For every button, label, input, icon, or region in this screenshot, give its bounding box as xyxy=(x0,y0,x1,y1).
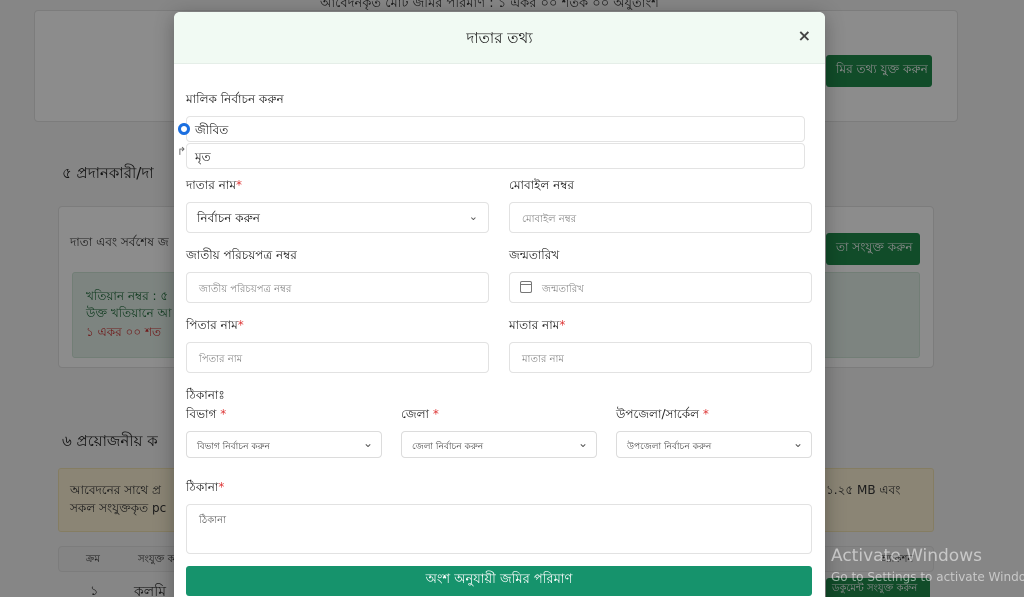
upazila-label: উপজেলা/সার্কেল * xyxy=(616,407,709,421)
mobile-placeholder: মোবাইল নম্বর xyxy=(522,214,577,225)
district-label: জেলা * xyxy=(401,407,439,421)
modal-header: দাতার তথ্য × xyxy=(174,12,825,64)
nid-placeholder: জাতীয় পরিচয়পত্র নম্বর xyxy=(199,284,292,295)
windows-activation-subtitle: Go to Settings to activate Windows. xyxy=(831,570,1024,584)
windows-activation-title: Activate Windows xyxy=(831,546,982,566)
address-placeholder: ঠিকানা xyxy=(199,515,226,526)
land-share-button[interactable]: অংশ অনুযায়ী জমির পরিমাণ xyxy=(186,566,812,596)
owner-option-deceased[interactable]: মৃত xyxy=(186,143,805,169)
chevron-down-icon: ⌄ xyxy=(362,436,373,450)
dob-label: জন্মতারিখ xyxy=(509,248,560,262)
mother-input[interactable]: মাতার নাম xyxy=(509,342,812,373)
owner-option-alive-label: জীবিত xyxy=(195,123,229,137)
father-input[interactable]: পিতার নাম xyxy=(186,342,489,373)
donor-name-value: নির্বাচন করুন xyxy=(197,211,260,225)
division-select[interactable]: বিভাগ নির্বাচন করুন ⌄ xyxy=(186,431,382,458)
radio-selected-icon[interactable] xyxy=(178,123,190,135)
mother-placeholder: মাতার নাম xyxy=(522,354,564,365)
modal-title: দাতার তথ্য xyxy=(466,29,533,47)
dob-placeholder: জন্মতারিখ xyxy=(542,284,584,295)
nid-input[interactable]: জাতীয় পরিচয়পত্র নম্বর xyxy=(186,272,489,303)
address-textarea[interactable]: ঠিকানা xyxy=(186,504,812,554)
mobile-input[interactable]: মোবাইল নম্বর xyxy=(509,202,812,233)
dob-input[interactable]: জন্মতারিখ xyxy=(509,272,812,303)
owner-option-deceased-label: মৃত xyxy=(195,150,211,164)
upazila-select[interactable]: উপজেলা নির্বাচন করুন ⌄ xyxy=(616,431,812,458)
chevron-down-icon: ⌄ xyxy=(577,436,588,450)
owner-option-alive[interactable]: জীবিত xyxy=(186,116,805,142)
address-label: ঠিকানা* xyxy=(186,480,225,494)
district-select[interactable]: জেলা নির্বাচন করুন ⌄ xyxy=(401,431,597,458)
mobile-label: মোবাইল নম্বর xyxy=(509,178,575,192)
chevron-down-icon: ⌄ xyxy=(468,210,478,223)
division-label: বিভাগ * xyxy=(186,407,227,421)
owner-select-label: মালিক নির্বাচন করুন xyxy=(186,92,284,106)
close-icon[interactable]: × xyxy=(798,26,811,45)
division-placeholder: বিভাগ নির্বাচন করুন xyxy=(197,442,270,452)
mouse-cursor-icon: ↱ xyxy=(177,145,187,158)
nid-label: জাতীয় পরিচয়পত্র নম্বর xyxy=(186,248,297,262)
calendar-icon xyxy=(520,281,532,293)
donor-info-modal: দাতার তথ্য × মালিক নির্বাচন করুন জীবিত ম… xyxy=(174,12,825,597)
district-placeholder: জেলা নির্বাচন করুন xyxy=(412,442,484,452)
address-heading: ঠিকানাঃ xyxy=(186,388,225,402)
father-label: পিতার নাম* xyxy=(186,318,244,332)
donor-name-label: দাতার নাম* xyxy=(186,178,242,192)
donor-name-select[interactable]: নির্বাচন করুন ⌄ xyxy=(186,202,489,233)
father-placeholder: পিতার নাম xyxy=(199,354,243,365)
chevron-down-icon: ⌄ xyxy=(792,436,803,450)
mother-label: মাতার নাম* xyxy=(509,318,566,332)
upazila-placeholder: উপজেলা নির্বাচন করুন xyxy=(627,442,712,452)
